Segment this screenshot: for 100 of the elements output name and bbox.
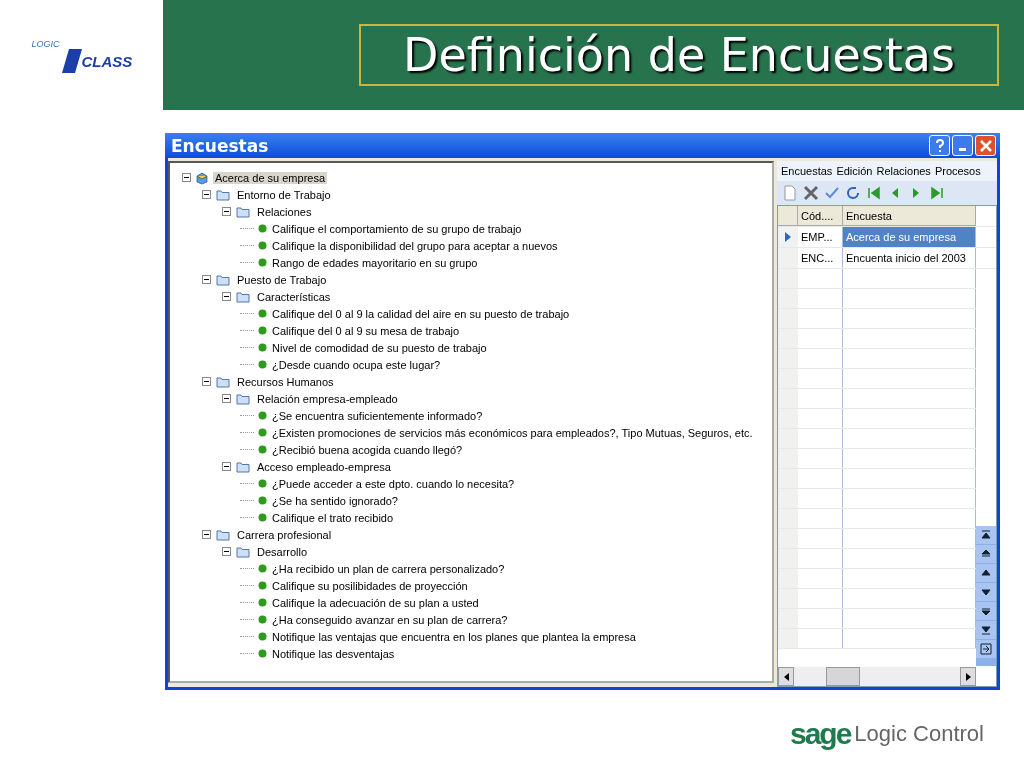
scroll-thumb[interactable] [826, 667, 860, 686]
close-button[interactable] [975, 135, 996, 156]
tree-item[interactable]: Entorno de Trabajo [235, 188, 333, 201]
tree-item[interactable]: ¿Existen promociones de servicios más económicos para empleados?, Tipo Mutuas, Seguros, etc. [270, 426, 755, 439]
collapse-toggle[interactable] [182, 173, 191, 182]
tree-item[interactable]: ¿Ha conseguido avanzar en su plan de carrera? [270, 613, 510, 626]
first-icon [979, 528, 993, 542]
dot-icon [258, 615, 267, 624]
box-icon [194, 170, 210, 185]
tree-item[interactable]: ¿Ha recibido un plan de carrera personalizado? [270, 562, 507, 575]
tree-item[interactable]: Califique el comportamiento de su grupo de trabajo [270, 222, 524, 235]
menu-item[interactable]: Edición [836, 165, 873, 177]
tree-item[interactable]: Relaciones [255, 205, 314, 218]
minus-icon [183, 174, 190, 181]
tree-item[interactable]: Recursos Humanos [235, 375, 336, 388]
dot-icon [258, 632, 267, 641]
tree-item[interactable]: Califique del 0 al 9 la calidad del aire en su puesto de trabajo [270, 307, 572, 320]
minus-icon [203, 378, 210, 385]
tree-item[interactable]: ¿Puede acceder a este dpto. cuando lo necesita? [270, 477, 517, 490]
left-arrow-icon [783, 672, 789, 681]
dot-icon [258, 496, 267, 505]
tree-item[interactable]: Desarrollo [255, 545, 310, 558]
help-button[interactable] [929, 135, 950, 156]
navigation-button[interactable] [976, 602, 996, 620]
tree-item[interactable]: Califique el trato recibido [270, 511, 396, 524]
table-cell: ENC... [798, 248, 843, 268]
logo-text: LOGIC [31, 39, 60, 49]
collapse-toggle[interactable] [222, 207, 231, 216]
minimize-icon [959, 148, 966, 151]
navigation-button[interactable] [976, 621, 996, 639]
dot-icon [258, 479, 267, 488]
minus-icon [203, 531, 210, 538]
tree-item[interactable]: Nivel de comodidad de su puesto de trabajo [270, 341, 489, 354]
tree-item[interactable]: Puesto de Trabajo [235, 273, 329, 286]
scroll-right-button[interactable] [960, 667, 976, 686]
dot-icon [258, 564, 267, 573]
tree-item[interactable]: ¿Se encuentra suficientemente informado? [270, 409, 485, 422]
row-header [778, 206, 798, 226]
tree-item[interactable]: Carrera profesional [235, 528, 334, 541]
logo-mark-icon [61, 49, 82, 73]
exit-icon [979, 642, 993, 656]
tree-item[interactable]: Califique la disponibilidad del grupo para aceptar a nuevos [270, 239, 560, 252]
navigation-button[interactable] [976, 564, 996, 582]
collapse-toggle[interactable] [222, 547, 231, 556]
tree-item[interactable]: Notifique las desventajas [270, 647, 397, 660]
folder-icon [214, 374, 232, 389]
tree-item[interactable]: ¿Recibió buena acogida cuando llegó? [270, 443, 465, 456]
tree-item[interactable]: Acerca de su empresa [213, 171, 328, 184]
menu-item[interactable]: Encuestas [781, 165, 833, 177]
tree-item[interactable]: Califique del 0 al 9 su mesa de trabajo [270, 324, 462, 337]
folder-icon [214, 187, 232, 202]
tree-item[interactable]: Acceso empleado-empresa [255, 460, 393, 473]
tree-item[interactable]: Características [255, 290, 333, 303]
tree-item[interactable]: Rango de edades mayoritario en su grupo [270, 256, 480, 269]
last-record-icon[interactable] [928, 184, 946, 202]
collapse-toggle[interactable] [222, 394, 231, 403]
dot-icon [258, 581, 267, 590]
delete-icon[interactable] [802, 184, 820, 202]
tree-item[interactable]: Notifique las ventajas que encuentra en los planes que plantea la empresa [270, 630, 638, 643]
column-header[interactable]: Cód.... [798, 206, 843, 226]
dot-icon [258, 428, 267, 437]
menu-item[interactable]: Relaciones [876, 165, 931, 177]
right-arrow-icon [965, 672, 971, 681]
window-title: Encuestas [171, 135, 269, 156]
column-header[interactable]: Encuesta [843, 206, 976, 226]
folder-icon [214, 272, 232, 287]
refresh-icon[interactable] [844, 184, 862, 202]
navigation-button[interactable] [976, 583, 996, 601]
brand-logo: sage [789, 717, 851, 751]
navigation-button[interactable] [976, 545, 996, 563]
minus-icon [223, 293, 230, 300]
dot-icon [258, 224, 267, 233]
dot-icon [258, 360, 267, 369]
tree-item[interactable]: Relación empresa-empleado [255, 392, 400, 405]
tree-item[interactable]: Califique la adecuación de su plan a usted [270, 596, 481, 609]
tree-item[interactable]: Califique su posilibidades de proyección [270, 579, 470, 592]
collapse-toggle[interactable] [222, 462, 231, 471]
minimize-button[interactable] [952, 135, 973, 156]
minus-icon [203, 191, 210, 198]
collapse-toggle[interactable] [202, 377, 211, 386]
navigation-button[interactable] [976, 640, 996, 658]
scroll-left-button[interactable] [778, 667, 794, 686]
horizontal-scrollbar[interactable] [778, 667, 976, 686]
tree-item[interactable]: ¿Se ha sentido ignorado? [270, 494, 400, 507]
navigation-button[interactable] [976, 526, 996, 544]
last-icon [979, 623, 993, 637]
first-record-icon[interactable] [865, 184, 883, 202]
dot-icon [258, 258, 267, 267]
collapse-toggle[interactable] [202, 530, 211, 539]
tree-item[interactable]: ¿Desde cuando ocupa este lugar? [270, 358, 443, 371]
minus-icon [203, 276, 210, 283]
minus-icon [223, 395, 230, 402]
collapse-toggle[interactable] [222, 292, 231, 301]
collapse-toggle[interactable] [202, 275, 211, 284]
minus-icon [223, 208, 230, 215]
collapse-toggle[interactable] [202, 190, 211, 199]
brand-name: Logic Control [854, 721, 984, 747]
folder-icon [234, 289, 252, 304]
minus-icon [223, 548, 230, 555]
menu-item[interactable]: Procesos [934, 165, 981, 177]
